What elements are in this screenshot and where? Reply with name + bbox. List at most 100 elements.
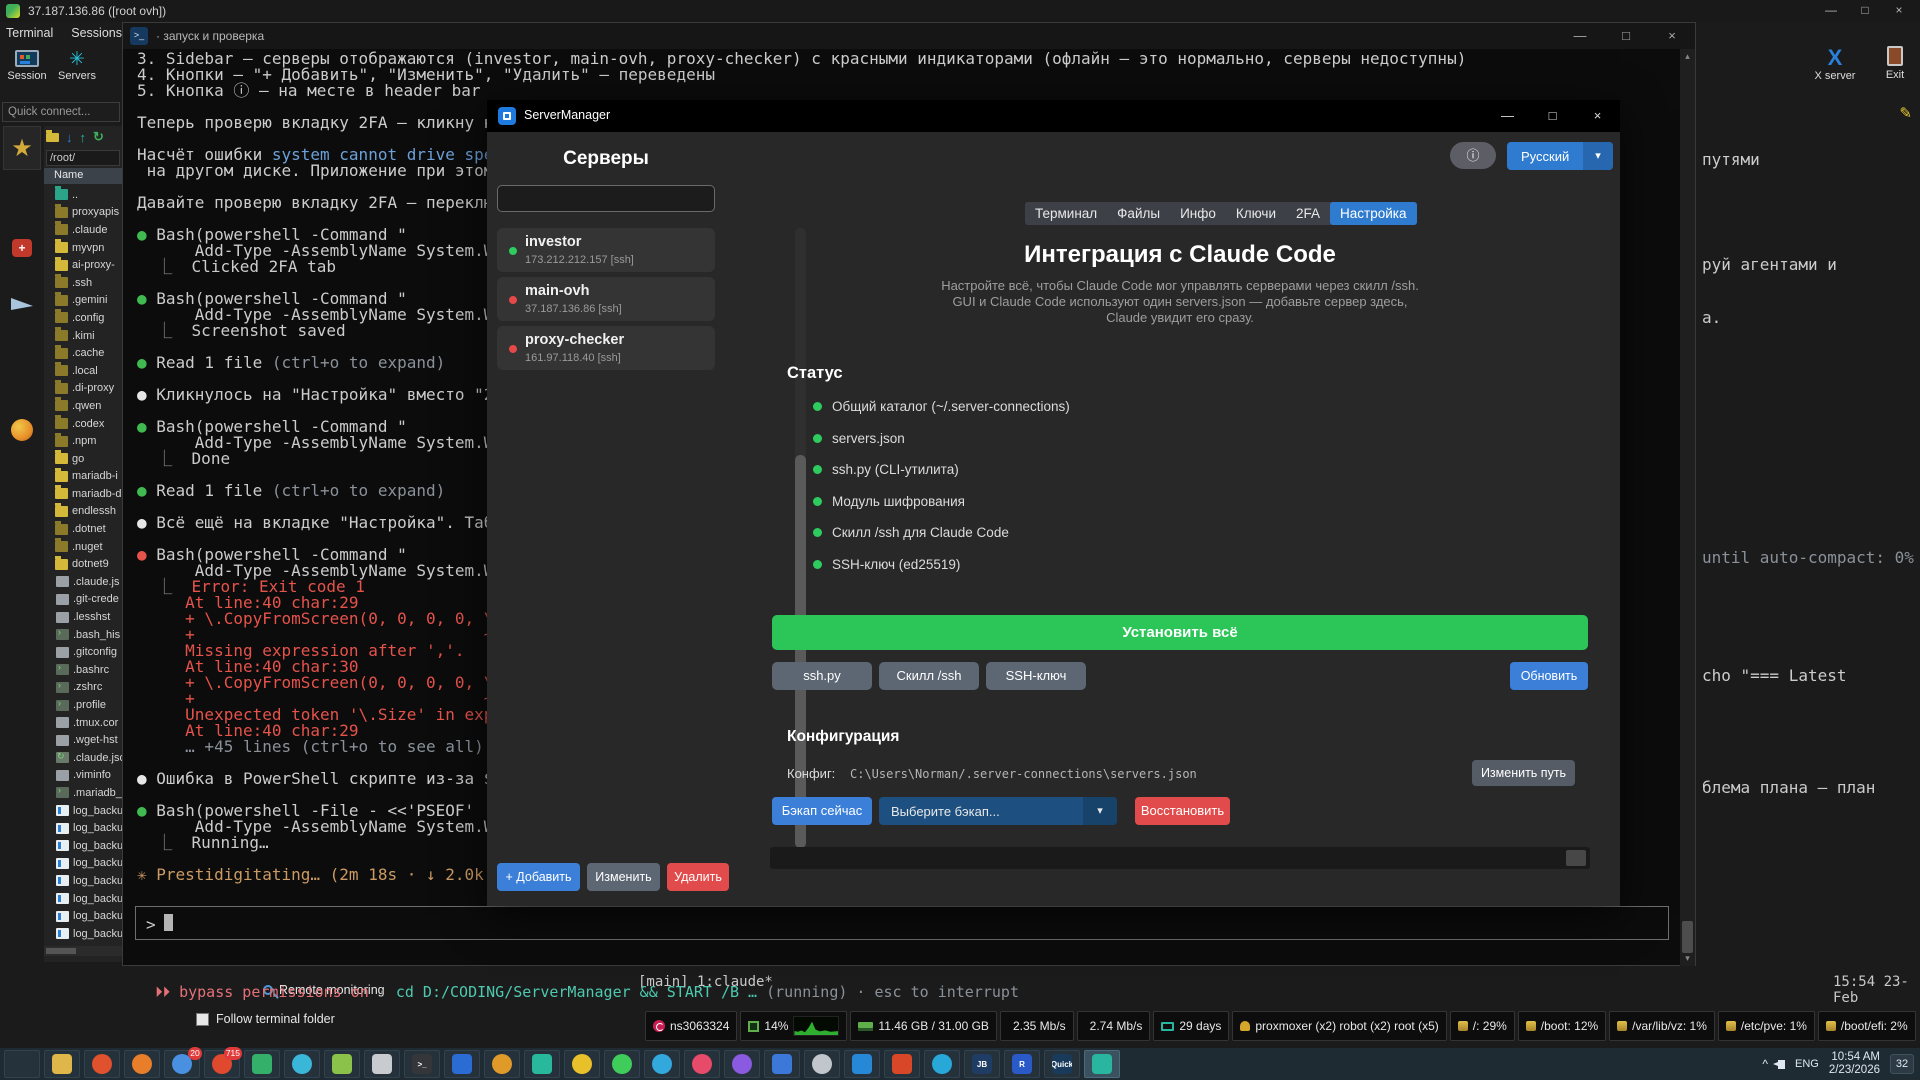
tab[interactable]: Ключи xyxy=(1226,202,1286,225)
taskbar-app-button[interactable] xyxy=(524,1050,560,1078)
tab[interactable]: Настройка xyxy=(1330,202,1416,225)
restore-button[interactable]: Восстановить xyxy=(1135,797,1230,825)
install-all-button[interactable]: Установить всё xyxy=(772,615,1588,650)
file-row[interactable]: .profile xyxy=(44,696,122,714)
file-row[interactable]: .claude xyxy=(44,221,122,239)
file-row[interactable]: proxyapis xyxy=(44,204,122,222)
taskbar-app-button[interactable] xyxy=(84,1050,120,1078)
taskbar-app-button[interactable]: >_ xyxy=(404,1050,440,1078)
file-row[interactable]: myvpn xyxy=(44,239,122,257)
window-control-button[interactable]: × xyxy=(1649,23,1695,49)
server-list-item[interactable]: proxy-checker 161.97.118.40 [ssh] xyxy=(497,326,715,370)
file-row[interactable]: mariadb-d xyxy=(44,485,122,503)
sidebar-tab-network[interactable] xyxy=(3,408,41,452)
horizontal-scrollbar[interactable] xyxy=(770,847,1590,869)
file-row[interactable]: .qwen xyxy=(44,397,122,415)
taskbar-app-button[interactable] xyxy=(364,1050,400,1078)
checkbox-icon[interactable] xyxy=(196,1013,209,1026)
taskbar-app-button[interactable] xyxy=(444,1050,480,1078)
component-button[interactable]: SSH-ключ xyxy=(986,662,1086,690)
session-button[interactable]: Session xyxy=(4,50,50,82)
component-button[interactable]: Скилл /ssh xyxy=(879,662,979,690)
taskbar-app-button[interactable] xyxy=(124,1050,160,1078)
sidebar-tab-favorites[interactable]: ★ xyxy=(3,126,41,170)
taskbar-app-button[interactable] xyxy=(284,1050,320,1078)
file-row[interactable]: .codex xyxy=(44,415,122,433)
window-control-button[interactable]: □ xyxy=(1848,0,1882,20)
taskbar-app-button[interactable] xyxy=(724,1050,760,1078)
taskbar-app-button[interactable]: Quick xyxy=(1044,1050,1080,1078)
scrollbar-thumb[interactable] xyxy=(795,455,806,848)
quick-connect-input[interactable] xyxy=(2,102,120,122)
file-list-scrollbar[interactable] xyxy=(44,946,122,956)
taskbar-app-button[interactable] xyxy=(884,1050,920,1078)
file-row[interactable]: mariadb-i xyxy=(44,468,122,486)
file-row[interactable]: .claude.js xyxy=(44,573,122,591)
info-button[interactable]: ⓘ xyxy=(1450,142,1496,169)
server-list-item[interactable]: investor 173.212.212.157 [ssh] xyxy=(497,228,715,272)
window-control-button[interactable]: × xyxy=(1882,0,1916,20)
file-row[interactable]: .gitconfig xyxy=(44,643,122,661)
taskbar-app-button[interactable] xyxy=(484,1050,520,1078)
file-row[interactable]: log_backu xyxy=(44,819,122,837)
taskbar-clock[interactable]: 10:54 AM 2/23/2026 xyxy=(1829,1051,1880,1077)
taskbar-app-button[interactable] xyxy=(4,1050,40,1078)
add-server-button[interactable]: + Добавить xyxy=(497,863,580,891)
file-row[interactable]: log_backu xyxy=(44,872,122,890)
file-row[interactable]: go xyxy=(44,450,122,468)
taskbar-app-button[interactable]: JB xyxy=(964,1050,1000,1078)
keyboard-language[interactable]: ENG xyxy=(1795,1058,1819,1070)
files-column-header[interactable]: Name xyxy=(44,168,122,184)
tab[interactable]: Инфо xyxy=(1170,202,1226,225)
tab[interactable]: Файлы xyxy=(1107,202,1170,225)
tray-expand-icon[interactable]: ^ xyxy=(1762,1057,1768,1071)
taskbar-app-button[interactable]: R xyxy=(1004,1050,1040,1078)
taskbar-app-button[interactable]: 20 xyxy=(164,1050,200,1078)
file-row[interactable]: .dotnet xyxy=(44,520,122,538)
servermanager-titlebar[interactable]: ServerManager —□× xyxy=(487,100,1620,132)
scroll-down-arrow[interactable]: ▾ xyxy=(1680,953,1695,964)
refresh-button[interactable]: Обновить xyxy=(1510,662,1588,690)
volume-icon[interactable] xyxy=(1778,1060,1785,1069)
pencil-icon[interactable]: ✎ xyxy=(1899,104,1912,122)
file-row[interactable]: .local xyxy=(44,362,122,380)
file-row[interactable]: .config xyxy=(44,309,122,327)
taskbar-app-button[interactable]: 715 xyxy=(204,1050,240,1078)
language-select[interactable]: Русский ▾ xyxy=(1507,142,1613,170)
file-row[interactable]: .kimi xyxy=(44,327,122,345)
claude-code-input-box[interactable]: > xyxy=(135,906,1669,940)
powershell-titlebar[interactable]: >_ · запуск и проверка —□× xyxy=(123,23,1695,49)
file-row[interactable]: .cache xyxy=(44,344,122,362)
menu-item[interactable]: Terminal xyxy=(6,26,53,40)
folder-up-icon[interactable] xyxy=(46,133,59,142)
taskbar-app-button[interactable] xyxy=(604,1050,640,1078)
window-control-button[interactable]: — xyxy=(1814,0,1848,20)
scrollbar-thumb[interactable] xyxy=(1682,921,1693,953)
window-control-button[interactable]: × xyxy=(1575,100,1620,132)
taskbar-app-button[interactable] xyxy=(244,1050,280,1078)
upload-icon[interactable]: ↑ xyxy=(80,130,87,145)
tab[interactable]: Терминал xyxy=(1025,202,1107,225)
file-row[interactable]: .bash_his xyxy=(44,626,122,644)
file-row[interactable]: .. xyxy=(44,186,122,204)
scrollbar-thumb[interactable] xyxy=(1566,850,1586,866)
sidebar-tab-sessions[interactable] xyxy=(3,282,41,326)
server-search-input[interactable] xyxy=(497,185,715,212)
file-row[interactable]: log_backu xyxy=(44,907,122,925)
taskbar-app-button[interactable] xyxy=(764,1050,800,1078)
x-server-button[interactable]: X X server xyxy=(1812,46,1858,82)
file-row[interactable]: log_backu xyxy=(44,890,122,908)
backup-now-button[interactable]: Бэкап сейчас xyxy=(772,797,872,825)
file-row[interactable]: dotnet9 xyxy=(44,555,122,573)
file-row[interactable]: log_backu xyxy=(44,925,122,943)
taskbar-app-button[interactable] xyxy=(684,1050,720,1078)
taskbar-app-button[interactable] xyxy=(804,1050,840,1078)
download-icon[interactable]: ↓ xyxy=(66,130,73,145)
follow-terminal-folder-checkbox[interactable]: Follow terminal folder xyxy=(196,1012,335,1026)
notification-center-button[interactable]: 32 xyxy=(1890,1054,1914,1074)
file-row[interactable]: .git-crede xyxy=(44,591,122,609)
taskbar-app-button[interactable] xyxy=(924,1050,960,1078)
taskbar-app-button[interactable] xyxy=(44,1050,80,1078)
file-row[interactable]: .lesshst xyxy=(44,608,122,626)
file-row[interactable]: .tmux.cor xyxy=(44,714,122,732)
